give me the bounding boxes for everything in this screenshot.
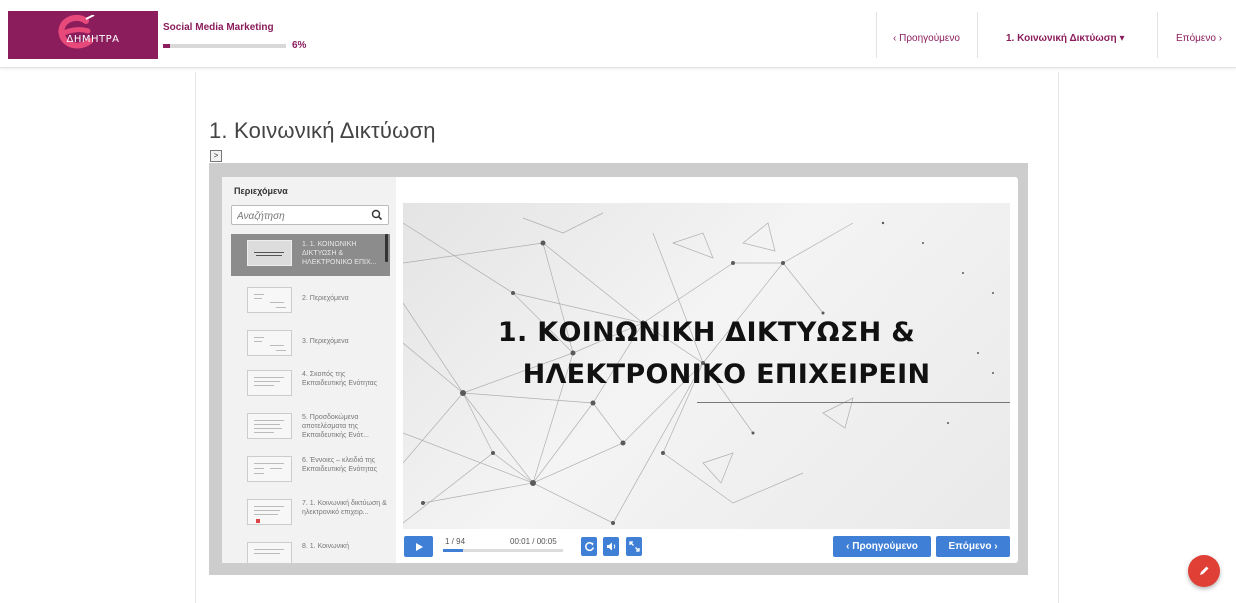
header-next-link[interactable]: Επόμενο ›: [1176, 33, 1222, 44]
pencil-icon: [1200, 566, 1209, 575]
slide-thumbnail: [247, 499, 292, 525]
logo[interactable]: ΔΗΜΗΤΡΑ: [8, 11, 158, 59]
toc-search-input[interactable]: [232, 207, 362, 226]
slide-divider-line: [697, 402, 1010, 403]
playback-time: 00:01 / 00:05: [510, 537, 557, 546]
replay-button[interactable]: [581, 537, 597, 556]
search-icon[interactable]: [371, 208, 383, 226]
slide-thumbnail: [247, 413, 292, 439]
toc-item[interactable]: 3. Περιεχόμενα: [231, 324, 390, 366]
toc-scrollbar[interactable]: [385, 234, 388, 262]
nav-divider: [977, 12, 978, 58]
toc-sidebar: Περιεχόμενα 1. 1. ΚΟΙΝΩΝΙΚΗ ΔΙΚΤΥΩΣΗ & Η…: [222, 177, 396, 563]
logo-text: ΔΗΜΗΤΡΑ: [66, 33, 120, 45]
toc-title: Περιεχόμενα: [234, 186, 288, 196]
toc-item[interactable]: 4. Σκοπός της Εκπαιδευτικής Ενότητας: [231, 364, 390, 406]
slide-next-button[interactable]: Επόμενο ›: [936, 536, 1010, 557]
section-dropdown[interactable]: 1. Κοινωνική Δικτύωση ▾: [1006, 33, 1124, 44]
toc-search: [231, 205, 389, 226]
toc-item-label: 1. 1. ΚΟΙΝΩΝΙΚΗ ΔΙΚΤΥΩΣΗ & ΗΛΕΚΤΡΟΝΙΚΟ Ε…: [302, 241, 377, 266]
fullscreen-button[interactable]: [626, 537, 642, 556]
toc-item-label: 3. Περιεχόμενα: [302, 338, 349, 345]
play-icon: [415, 542, 423, 551]
slide-thumbnail: [247, 330, 292, 356]
volume-icon: [606, 542, 615, 551]
header-prev-link[interactable]: ‹ Προηγούμενο: [893, 33, 960, 44]
play-button[interactable]: [404, 536, 433, 557]
expand-icon: [628, 541, 640, 552]
toc-item[interactable]: 1. 1. ΚΟΙΝΩΝΙΚΗ ΔΙΚΤΥΩΣΗ & ΗΛΕΚΤΡΟΝΙΚΟ Ε…: [231, 234, 390, 276]
slide-thumbnail: [247, 456, 292, 482]
replay-icon: [584, 542, 594, 552]
top-bar: ΔΗΜΗΤΡΑ Social Media Marketing 6% ‹ Προη…: [0, 0, 1236, 68]
slide-canvas: 1. ΚΟΙΝΩΝΙΚΗ ΔΙΚΤΥΩΣΗ & ΗΛΕΚΤΡΟΝΙΚΟ ΕΠΙΧ…: [403, 203, 1010, 529]
volume-button[interactable]: [603, 537, 619, 556]
slide-thumbnail: [247, 370, 292, 396]
toc-item[interactable]: 2. Περιεχόμενα: [231, 281, 390, 323]
course-title: Social Media Marketing: [163, 22, 274, 33]
toc-item-label: 7. 1. Κοινωνική δικτύωση & ηλεκτρονικό ε…: [302, 500, 387, 516]
sidebar-toggle-button[interactable]: >: [210, 150, 222, 162]
toc-item[interactable]: 5. Προσδοκώμενα αποτελέσματα της Εκπαιδε…: [231, 407, 390, 449]
slide-title-line-2: ΗΛΕΚΤΡΟΝΙΚΟ ΕΠΙΧΕΙΡΕΙΝ: [522, 359, 931, 390]
slide-thumbnail: [247, 287, 292, 313]
toc-item-label: 5. Προσδοκώμενα αποτελέσματα της Εκπαιδε…: [302, 414, 369, 439]
slide-thumbnail: [247, 542, 292, 563]
nav-divider: [876, 12, 877, 58]
toc-item-label: 8. 1. Κοινωνική: [302, 543, 350, 550]
course-progress-percent: 6%: [292, 40, 307, 51]
lesson-title: 1. Κοινωνική Δικτύωση: [209, 118, 436, 143]
toc-item-label: 4. Σκοπός της Εκπαιδευτικής Ενότητας: [302, 371, 378, 387]
seek-bar-fill: [443, 549, 464, 552]
slide-thumbnail: [247, 240, 292, 266]
toc-item-label: 2. Περιεχόμενα: [302, 295, 349, 302]
toc-item[interactable]: 7. 1. Κοινωνική δικτύωση & ηλεκτρονικό ε…: [231, 493, 390, 535]
seek-bar[interactable]: [443, 549, 563, 552]
edit-fab-button[interactable]: [1188, 555, 1220, 587]
toc-item-label: 6. Έννοιες – κλειδιά της Εκπαιδευτικής Ε…: [302, 457, 378, 473]
course-progress-fill: [163, 44, 171, 48]
slide-prev-button[interactable]: ‹ Προηγούμενο: [833, 536, 931, 557]
slide-counter: 1 / 94: [445, 537, 466, 546]
toc-item[interactable]: 6. Έννοιες – κλειδιά της Εκπαιδευτικής Ε…: [231, 450, 390, 492]
toc-item[interactable]: 8. 1. Κοινωνική: [231, 536, 390, 563]
nav-divider: [1157, 12, 1158, 58]
slide-title-line-1: 1. ΚΟΙΝΩΝΙΚΗ ΔΙΚΤΥΩΣΗ &: [497, 317, 916, 348]
course-progress-bar: [163, 44, 286, 48]
